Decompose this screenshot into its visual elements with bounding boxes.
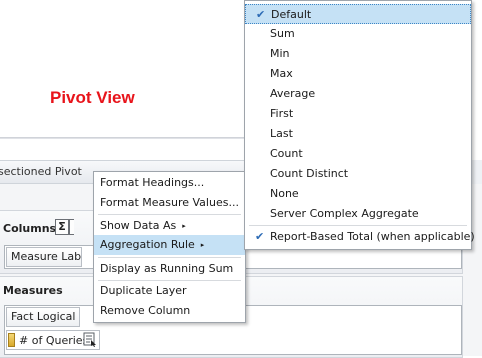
agg-item-count-distinct[interactable]: Count Distinct (245, 164, 471, 184)
checkmark-icon: ✔ (255, 230, 265, 243)
agg-item-label: Server Complex Aggregate (270, 207, 419, 220)
menu-separator (98, 214, 241, 215)
agg-item-label: Last (270, 127, 293, 140)
view-divider (0, 137, 260, 139)
menu-item-label: Remove Column (100, 304, 191, 317)
agg-item-label: Count Distinct (270, 167, 349, 180)
menu-separator (98, 257, 241, 258)
agg-item-label: First (270, 107, 294, 120)
checkmark-icon: ✔ (256, 8, 266, 21)
menu-item-duplicate-layer[interactable]: Duplicate Layer (94, 281, 245, 301)
agg-item-report-based-total[interactable]: ✔ Report-Based Total (when applicable) (245, 227, 475, 247)
layout-header-title: sectioned Pivot (0, 165, 82, 178)
agg-item-first[interactable]: First (245, 104, 471, 124)
columns-label: Columns (3, 222, 57, 235)
agg-item-default[interactable]: ✔ Default (245, 4, 471, 24)
menu-item-label: Show Data As (100, 219, 177, 232)
submenu-arrow-icon: ▸ (200, 241, 205, 249)
menu-item-aggregation-rule[interactable]: Aggregation Rule ▸ (94, 235, 245, 255)
agg-item-min[interactable]: Min (245, 44, 471, 64)
measures-label: Measures (3, 284, 63, 297)
agg-item-average[interactable]: Average (245, 84, 471, 104)
menu-item-format-measure-values[interactable]: Format Measure Values... (94, 193, 245, 213)
agg-item-max[interactable]: Max (245, 64, 471, 84)
agg-item-label: Max (270, 67, 293, 80)
agg-item-label: None (270, 187, 299, 200)
pivot-view-title: Pivot View (50, 88, 135, 107)
menu-item-label: Format Measure Values... (100, 196, 239, 209)
columns-options-button[interactable] (69, 219, 74, 235)
agg-item-label: Sum (270, 27, 295, 40)
menu-item-label-wrap: Aggregation Rule ▸ (100, 235, 204, 255)
menu-item-label: Format Headings... (100, 176, 205, 189)
agg-item-label: Min (270, 47, 290, 60)
agg-item-label: Count (270, 147, 303, 160)
menu-item-label: Display as Running Sum (100, 262, 234, 275)
agg-item-count[interactable]: Count (245, 144, 471, 164)
menu-item-label: Aggregation Rule (100, 238, 195, 251)
menu-separator (249, 225, 467, 226)
menu-item-display-running-sum[interactable]: Display as Running Sum (94, 259, 245, 279)
fact-table-chip[interactable]: Fact Logical Queries (6, 307, 80, 327)
measure-labels-chip[interactable]: Measure Labels (6, 247, 82, 267)
submenu-arrow-icon: ▸ (182, 222, 186, 230)
agg-item-none[interactable]: None (245, 184, 471, 204)
measure-icon (8, 333, 15, 347)
menu-item-remove-column[interactable]: Remove Column (94, 301, 245, 321)
agg-item-label: Report-Based Total (when applicable) (270, 230, 475, 243)
menu-item-show-data-as[interactable]: Show Data As ▸ (94, 216, 245, 236)
sigma-icon[interactable]: Σ (55, 219, 69, 235)
aggregation-rule-submenu: ✔ Default Sum Min Max Average First Last… (244, 0, 475, 250)
agg-item-label: Default (271, 8, 312, 21)
agg-item-last[interactable]: Last (245, 124, 471, 144)
menu-item-format-headings[interactable]: Format Headings... (94, 173, 245, 193)
agg-item-label: Average (270, 87, 316, 100)
measure-column-label: # of Queries (19, 334, 89, 347)
menu-item-label: Duplicate Layer (100, 284, 187, 297)
agg-item-server-complex-aggregate[interactable]: Server Complex Aggregate (245, 204, 471, 224)
agg-item-sum[interactable]: Sum (245, 24, 471, 44)
properties-icon[interactable] (83, 331, 97, 347)
menu-item-label-wrap: Show Data As ▸ (100, 216, 186, 236)
column-context-menu: Format Headings... Format Measure Values… (93, 171, 246, 323)
